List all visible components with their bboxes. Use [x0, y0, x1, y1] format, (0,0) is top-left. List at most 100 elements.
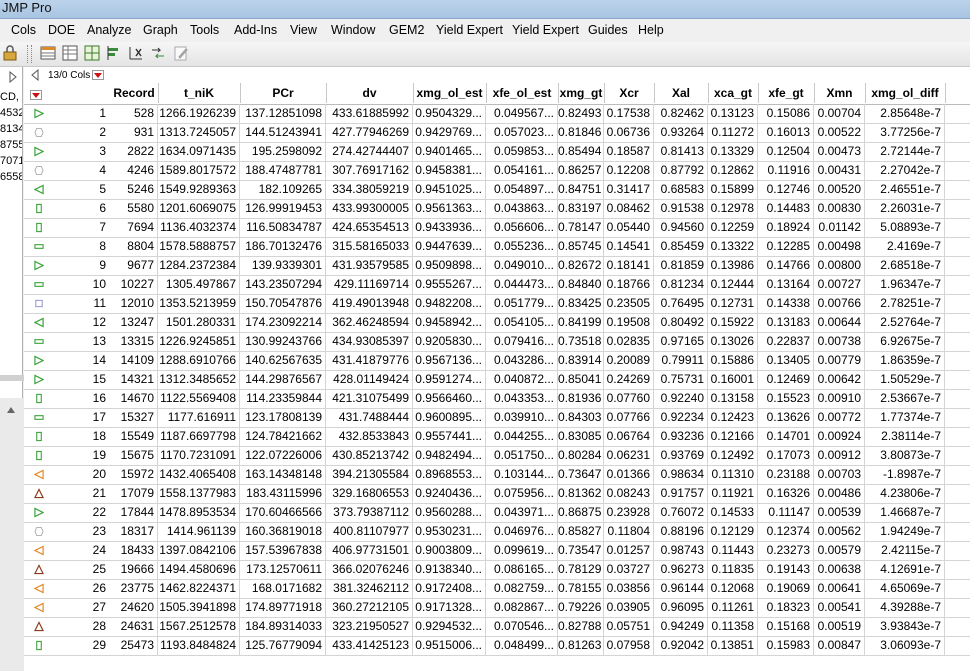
cell-xmg-gt[interactable]: 0.80284 [558, 446, 604, 465]
table-row[interactable]: 1 528 1266.1926239 137.12851098 433.61885992… [24, 104, 970, 124]
cell-xmn[interactable]: 0.01142 [814, 218, 865, 237]
cell-pcr[interactable]: 188.47487781 [240, 161, 326, 180]
cell-xca-gt[interactable]: 0.14533 [708, 503, 758, 522]
cell-xmg-ol-diff[interactable]: 5.08893e-7 [865, 218, 945, 237]
cell-xal[interactable]: 0.93236 [654, 427, 708, 446]
cell-t-nik[interactable]: 1177.616911 [158, 408, 240, 427]
collapse-left-icon[interactable] [30, 69, 40, 81]
cell-xmg-gt[interactable]: 0.81263 [558, 636, 604, 655]
cell-dv[interactable]: 400.81107977 [326, 522, 413, 541]
table-row[interactable]: 15 14321 1312.3485652 144.29876567 428.01149… [24, 370, 970, 390]
column-header-xmg-ol-est[interactable]: xmg_ol_est [413, 83, 487, 103]
cell-xcr[interactable]: 0.18587 [604, 142, 654, 161]
cell-xmg-ol-est[interactable]: 0.9172408... [413, 579, 486, 598]
cell-record[interactable]: 528 [110, 104, 158, 123]
cell-dv[interactable]: 429.11169714 [326, 275, 413, 294]
table-row[interactable]: 8 8804 1578.5888757 186.70132476 315.5816503… [24, 237, 970, 257]
cell-xcr[interactable]: 0.08462 [604, 199, 654, 218]
cell-xca-gt[interactable]: 0.12259 [708, 218, 758, 237]
cell-xmg-ol-est[interactable]: 0.9171328... [413, 598, 486, 617]
cell-xfe-ol-est[interactable]: 0.039910... [486, 408, 558, 427]
cell-xfe-ol-est[interactable]: 0.051750... [486, 446, 558, 465]
cell-xmg-gt[interactable]: 0.86257 [558, 161, 604, 180]
table-row[interactable]: 27 24620 1505.3941898 174.89771918 360.27212… [24, 598, 970, 618]
cell-pcr[interactable]: 126.99919453 [240, 199, 326, 218]
cell-xcr[interactable]: 0.03905 [604, 598, 654, 617]
cell-dv[interactable]: 427.77946269 [326, 123, 413, 142]
cell-t-nik[interactable]: 1501.280331 [158, 313, 240, 332]
cell-xfe-ol-est[interactable]: 0.044255... [486, 427, 558, 446]
cell-dv[interactable]: 432.8533843 [326, 427, 413, 446]
table-row[interactable]: 2 931 1313.7245057 144.51243941 427.77946269… [24, 123, 970, 143]
row-number[interactable]: 23 [74, 522, 106, 541]
cell-xmg-ol-diff[interactable]: 4.23806e-7 [865, 484, 945, 503]
cell-xmg-ol-diff[interactable]: -1.8987e-7 [865, 465, 945, 484]
cell-record[interactable]: 9677 [110, 256, 158, 275]
cell-xfe-gt[interactable]: 0.13164 [758, 275, 814, 294]
cell-xmg-ol-est[interactable]: 0.9482208... [413, 294, 486, 313]
cell-xmg-ol-est[interactable]: 0.9557441... [413, 427, 486, 446]
cell-xca-gt[interactable]: 0.11261 [708, 598, 758, 617]
cell-xfe-gt[interactable]: 0.19069 [758, 579, 814, 598]
cell-record[interactable]: 18433 [110, 541, 158, 560]
cell-xfe-gt[interactable]: 0.12746 [758, 180, 814, 199]
row-number[interactable]: 5 [74, 180, 106, 199]
table-row[interactable]: 16 14670 1122.5569408 114.23359844 421.31075… [24, 389, 970, 409]
cell-pcr[interactable]: 139.9339301 [240, 256, 326, 275]
rows-menu-dropdown-icon[interactable] [30, 90, 42, 100]
column-header-xmn[interactable]: Xmn [814, 83, 866, 103]
cell-xfe-gt[interactable]: 0.12374 [758, 522, 814, 541]
menu-view[interactable]: View [290, 22, 317, 38]
cell-xmg-ol-est[interactable]: 0.9504329... [413, 104, 486, 123]
table-row[interactable]: 3 2822 1634.0971435 195.2598092 274.42744407… [24, 142, 970, 162]
cell-xca-gt[interactable]: 0.12444 [708, 275, 758, 294]
cell-xal[interactable]: 0.88196 [654, 522, 708, 541]
cell-xal[interactable]: 0.92234 [654, 408, 708, 427]
cell-xal[interactable]: 0.93769 [654, 446, 708, 465]
cell-record[interactable]: 12010 [110, 294, 158, 313]
cell-xmg-ol-diff[interactable]: 2.72144e-7 [865, 142, 945, 161]
scroll-up-icon[interactable] [6, 406, 16, 414]
cell-xca-gt[interactable]: 0.11310 [708, 465, 758, 484]
cell-xfe-gt[interactable]: 0.12285 [758, 237, 814, 256]
cell-xal[interactable]: 0.79911 [654, 351, 708, 370]
cell-xcr[interactable]: 0.07760 [604, 389, 654, 408]
menu-analyze[interactable]: Analyze [87, 22, 131, 38]
cell-xmg-gt[interactable]: 0.81846 [558, 123, 604, 142]
cell-xmn[interactable]: 0.00924 [814, 427, 865, 446]
cell-xfe-ol-est[interactable]: 0.099619... [486, 541, 558, 560]
cell-xfe-gt[interactable]: 0.14766 [758, 256, 814, 275]
cell-xfe-gt[interactable]: 0.15983 [758, 636, 814, 655]
cell-dv[interactable]: 323.21950527 [326, 617, 413, 636]
cell-xcr[interactable]: 0.20089 [604, 351, 654, 370]
cell-xmg-gt[interactable]: 0.83914 [558, 351, 604, 370]
cell-xca-gt[interactable]: 0.12978 [708, 199, 758, 218]
cols-menu-dropdown-icon[interactable] [92, 70, 104, 80]
row-number[interactable]: 20 [74, 465, 106, 484]
cell-xca-gt[interactable]: 0.11272 [708, 123, 758, 142]
menu-help[interactable]: Help [638, 22, 664, 38]
cell-xmg-gt[interactable]: 0.78147 [558, 218, 604, 237]
cell-xmn[interactable]: 0.00912 [814, 446, 865, 465]
cell-xmg-gt[interactable]: 0.73518 [558, 332, 604, 351]
row-number[interactable]: 10 [74, 275, 106, 294]
menu-gem2[interactable]: GEM2 [389, 22, 424, 38]
cell-dv[interactable]: 433.61885992 [326, 104, 413, 123]
cell-xal[interactable]: 0.94249 [654, 617, 708, 636]
cell-t-nik[interactable]: 1567.2512578 [158, 617, 240, 636]
cell-t-nik[interactable]: 1170.7231091 [158, 446, 240, 465]
cell-dv[interactable]: 307.76917162 [326, 161, 413, 180]
table-row[interactable]: 19 15675 1170.7231091 122.07226006 430.85213… [24, 446, 970, 466]
cell-xmg-gt[interactable]: 0.78129 [558, 560, 604, 579]
cell-xfe-gt[interactable]: 0.19143 [758, 560, 814, 579]
cell-xfe-ol-est[interactable]: 0.043286... [486, 351, 558, 370]
cell-xcr[interactable]: 0.11804 [604, 522, 654, 541]
cell-xal[interactable]: 0.92240 [654, 389, 708, 408]
row-number[interactable]: 26 [74, 579, 106, 598]
align-icon[interactable] [106, 45, 122, 61]
cell-t-nik[interactable]: 1578.5888757 [158, 237, 240, 256]
cell-xal[interactable]: 0.81859 [654, 256, 708, 275]
cell-xal[interactable]: 0.96144 [654, 579, 708, 598]
cell-dv[interactable]: 362.46248594 [326, 313, 413, 332]
cell-xal[interactable]: 0.87792 [654, 161, 708, 180]
